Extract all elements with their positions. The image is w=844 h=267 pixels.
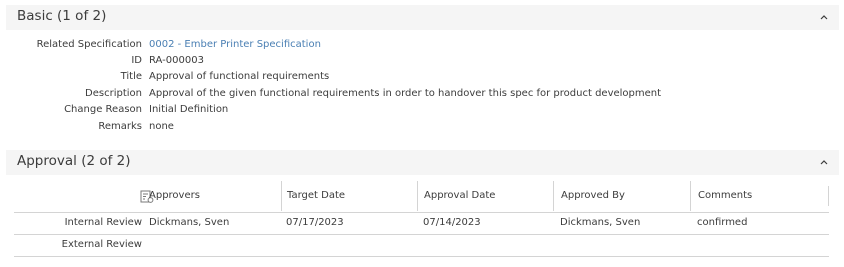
- field-label: Related Specification: [36, 39, 142, 50]
- table-row[interactable]: External Review: [14, 234, 829, 257]
- approval-section-title: Approval (2 of 2): [17, 153, 131, 169]
- cell-comments: confirmed: [697, 217, 748, 228]
- field-value: Approval of the given functional require…: [149, 88, 662, 99]
- field-description: Description Approval of the given functi…: [0, 86, 844, 102]
- approval-section-header[interactable]: Approval (2 of 2): [6, 150, 839, 175]
- column-header-approval-date[interactable]: Approval Date: [417, 181, 495, 211]
- field-label: Description: [85, 88, 142, 99]
- chevron-up-icon[interactable]: [817, 10, 831, 24]
- row-label: Internal Review: [64, 217, 142, 228]
- table-row[interactable]: Internal Review Dickmans, Sven 07/17/202…: [14, 212, 829, 235]
- column-header-label: Approvers: [149, 190, 200, 201]
- approval-table-header: Approvers Target Date Approval Date Appr…: [14, 181, 829, 213]
- field-remarks: Remarks none: [0, 119, 844, 135]
- cell-approved-by: Dickmans, Sven: [560, 217, 641, 228]
- column-header-label: Comments: [698, 190, 753, 201]
- field-value: none: [149, 121, 174, 132]
- field-label: Title: [120, 71, 142, 82]
- field-related-specification: Related Specification 0002 - Ember Print…: [0, 37, 844, 53]
- row-label: External Review: [61, 239, 142, 250]
- field-value: Approval of functional requirements: [149, 71, 330, 82]
- basic-section-title: Basic (1 of 2): [17, 8, 107, 24]
- column-header-approved-by[interactable]: Approved By: [553, 181, 625, 211]
- column-header-target-date[interactable]: Target Date: [281, 181, 345, 211]
- column-header-label: Approval Date: [424, 190, 496, 201]
- cell-target-date: 07/17/2023: [286, 217, 344, 228]
- column-divider: [828, 186, 829, 206]
- related-specification-link[interactable]: 0002 - Ember Printer Specification: [149, 37, 321, 53]
- basic-section-header[interactable]: Basic (1 of 2): [6, 5, 839, 30]
- field-label: ID: [131, 55, 142, 66]
- field-value: RA-000003: [149, 55, 204, 66]
- field-label: Change Reason: [64, 104, 142, 115]
- field-label: Remarks: [98, 121, 142, 132]
- cell-approval-date: 07/14/2023: [423, 217, 481, 228]
- field-title: Title Approval of functional requirement…: [0, 69, 844, 85]
- chevron-up-icon[interactable]: [817, 155, 831, 169]
- column-header-label: Approved By: [561, 190, 625, 201]
- column-header-label: Target Date: [287, 190, 346, 201]
- field-id: ID RA-000003: [0, 53, 844, 69]
- field-change-reason: Change Reason Initial Definition: [0, 102, 844, 118]
- field-value: Initial Definition: [149, 104, 229, 115]
- column-header-comments[interactable]: Comments: [690, 181, 752, 211]
- cell-approvers: Dickmans, Sven: [149, 217, 230, 228]
